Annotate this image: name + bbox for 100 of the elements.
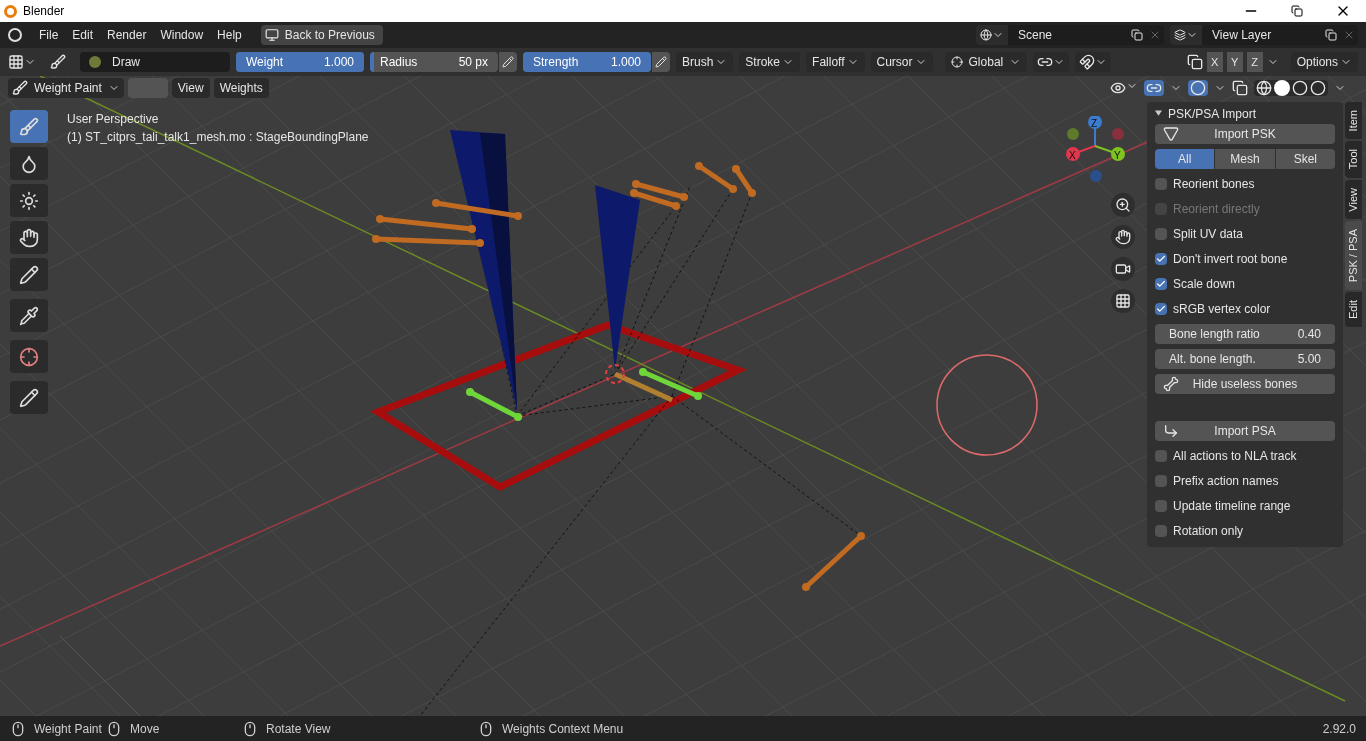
panel-tab[interactable]: PSK / PSA: [1345, 221, 1362, 291]
tool-button[interactable]: [10, 381, 48, 414]
visibility-icon[interactable]: [1110, 80, 1126, 96]
restore-icon[interactable]: [1291, 5, 1303, 17]
annotate-icon: [19, 387, 39, 408]
checkbox[interactable]: [1155, 475, 1167, 487]
panel-button[interactable]: Import PSA: [1155, 421, 1335, 441]
panel-button[interactable]: Import PSK: [1155, 124, 1335, 144]
segment-option[interactable]: Mesh: [1215, 149, 1275, 169]
mouse-icon: [242, 720, 258, 737]
panel-button[interactable]: Hide useless bones: [1155, 374, 1335, 394]
tool-button[interactable]: [10, 258, 48, 291]
status-hint: Move: [130, 720, 160, 738]
window-title: Blender: [23, 3, 65, 20]
scene-icon: [980, 29, 992, 41]
mouse-icon: [10, 720, 26, 737]
axis-toggle[interactable]: Y: [1226, 52, 1243, 72]
number-field[interactable]: Alt. bone length. 5.00: [1155, 349, 1335, 369]
checkbox[interactable]: [1155, 253, 1167, 265]
viewport-info-text: (1) ST_citprs_tali_talk1_mesh.mo : StageBoundingPlane: [67, 129, 369, 146]
mode-dropdown[interactable]: Weight Paint: [8, 78, 124, 98]
mouse-icon: [478, 720, 494, 737]
pressure-icon[interactable]: [655, 56, 667, 68]
menu-item[interactable]: Help: [210, 24, 249, 46]
checkbox[interactable]: [1155, 303, 1167, 315]
blender-menu-icon[interactable]: [8, 28, 22, 42]
duplicate-icon[interactable]: [1131, 29, 1143, 41]
checkbox[interactable]: [1155, 228, 1167, 240]
axis-label: Z: [1091, 117, 1098, 131]
checkbox-label: Reorient directly: [1173, 201, 1260, 218]
panel-tab[interactable]: View: [1345, 179, 1362, 220]
view-layer-field[interactable]: View Layer: [1170, 25, 1358, 45]
header-menu[interactable]: Weights: [213, 78, 269, 98]
drop-icon: [19, 153, 39, 174]
segment-option[interactable]: All: [1155, 149, 1215, 169]
checkbox-label: Prefix action names: [1173, 473, 1279, 490]
layers-icon: [1174, 29, 1186, 41]
bone-icon: [1163, 376, 1179, 392]
dropdown-menu[interactable]: Brush: [676, 52, 734, 72]
back-to-previous-button[interactable]: Back to Previous: [260, 25, 383, 45]
slider-field[interactable]: Radius 50 px: [370, 52, 498, 72]
checkbox[interactable]: [1155, 278, 1167, 290]
menu-item[interactable]: Window: [153, 24, 211, 46]
checkbox-label: Reorient bones: [1173, 176, 1255, 193]
segment-option[interactable]: Skel: [1275, 149, 1335, 169]
header-menu[interactable]: View: [171, 78, 210, 98]
dropdown-menu[interactable]: Falloff: [806, 52, 865, 72]
tool-button[interactable]: [10, 299, 48, 332]
dropdown-menu[interactable]: Cursor: [870, 52, 933, 72]
orientation-dropdown[interactable]: Global: [944, 52, 1028, 72]
options-dropdown[interactable]: Options: [1290, 52, 1358, 72]
checkbox-label: Don't invert root bone: [1173, 251, 1288, 268]
axis-toggle[interactable]: X: [1206, 52, 1223, 72]
slider-field[interactable]: Strength 1.000: [523, 52, 651, 72]
version-text: 2.92.0: [1322, 720, 1356, 738]
tool-button[interactable]: [10, 221, 48, 254]
dropdown-menu[interactable]: Stroke: [739, 52, 801, 72]
collapse-icon[interactable]: [1155, 110, 1162, 116]
brush-preview-icon: [89, 56, 101, 68]
number-field[interactable]: Bone length ratio 0.40: [1155, 324, 1335, 344]
menu-item[interactable]: File: [32, 24, 66, 46]
tool-button[interactable]: [10, 184, 48, 217]
status-hint: Weight Paint: [34, 720, 102, 738]
viewport-info-text: User Perspective: [67, 111, 160, 128]
mirror-icon: [1186, 54, 1203, 70]
brush-field[interactable]: Draw: [80, 52, 230, 72]
checkbox[interactable]: [1155, 450, 1167, 462]
panel-title: PSK/PSA Import: [1168, 106, 1257, 123]
checkbox-label: sRGB vertex color: [1173, 301, 1271, 318]
monitor-icon: [264, 28, 279, 42]
mouse-icon: [106, 720, 122, 737]
mesh-icon: [1163, 126, 1179, 142]
brush-icon: [19, 116, 39, 137]
app-logo-icon: [4, 4, 17, 18]
menu-item[interactable]: Edit: [65, 24, 101, 46]
menu-item[interactable]: Render: [100, 24, 154, 46]
axis-toggle[interactable]: Z: [1246, 52, 1263, 72]
mode-icon[interactable]: [8, 54, 24, 70]
panel-tab[interactable]: Item: [1345, 102, 1362, 140]
overlay-toggle-icon[interactable]: [1190, 80, 1206, 96]
eyedropper-icon: [19, 305, 39, 326]
tool-button[interactable]: [10, 147, 48, 180]
slider-field[interactable]: Weight 1.000: [236, 52, 364, 72]
xray-icon[interactable]: [1232, 80, 1248, 96]
panel-tab[interactable]: Edit: [1345, 292, 1362, 328]
panel-tab[interactable]: Tool: [1345, 141, 1362, 178]
checkbox-label: Rotation only: [1173, 523, 1244, 540]
scene-field[interactable]: Scene: [976, 25, 1164, 45]
checkbox[interactable]: [1155, 525, 1167, 537]
checkbox[interactable]: [1155, 500, 1167, 512]
duplicate-icon[interactable]: [1325, 29, 1337, 41]
shading-icon[interactable]: [1254, 80, 1328, 96]
checkbox-label: All actions to NLA track: [1173, 448, 1297, 465]
weight-paint-icon: [12, 80, 28, 96]
snap-icon[interactable]: [1079, 54, 1096, 70]
pressure-icon[interactable]: [502, 56, 514, 68]
action-icon: [1163, 423, 1179, 439]
brush-icon: [50, 54, 66, 70]
tool-button[interactable]: [10, 340, 48, 373]
checkbox[interactable]: [1155, 178, 1167, 190]
